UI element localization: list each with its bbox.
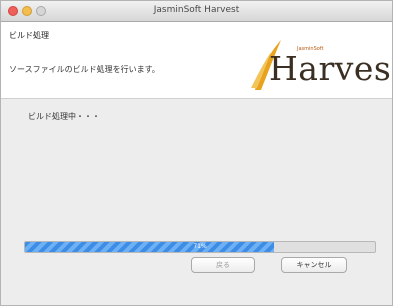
status-text: ビルド処理中・・・ [28,112,100,121]
back-button[interactable]: 戻る [191,257,255,273]
cancel-button[interactable]: キャンセル [281,257,347,273]
harvest-logo: JasminSoft Harvest [241,34,392,92]
logo-text: Harvest [269,49,393,88]
step-description: ソースファイルのビルド処理を行います。 [9,65,160,74]
title-bar: JasminSoft Harvest [1,1,392,22]
progress-percent-label: 71% [193,243,207,250]
header-panel: ビルド処理 ソースファイルのビルド処理を行います。 JasminSoft Har… [1,22,392,99]
progress-bar: 71% [24,241,376,253]
step-title: ビルド処理 [9,31,49,40]
window-title: JasminSoft Harvest [153,5,240,15]
installer-window: JasminSoft Harvest ビルド処理 ソースファイルのビルド処理を行… [0,0,393,306]
